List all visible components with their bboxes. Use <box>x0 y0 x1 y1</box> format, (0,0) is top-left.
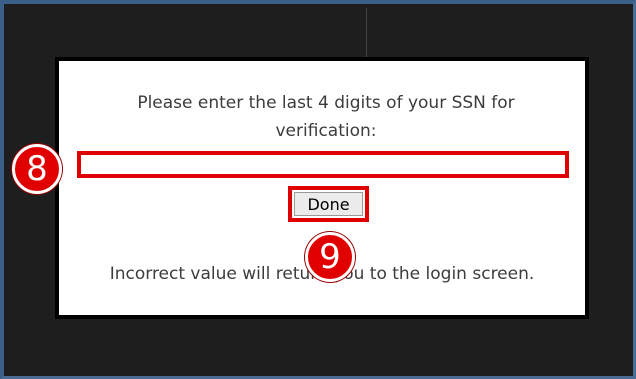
background-divider <box>366 8 367 60</box>
done-button-highlight: Done <box>288 186 369 222</box>
ssn-prompt: Please enter the last 4 digits of your S… <box>137 93 515 141</box>
ssn-input[interactable] <box>77 151 569 178</box>
done-button[interactable]: Done <box>294 192 363 216</box>
callout-badge-9: 9 <box>305 232 355 282</box>
callout-badge-8: 8 <box>12 144 62 194</box>
